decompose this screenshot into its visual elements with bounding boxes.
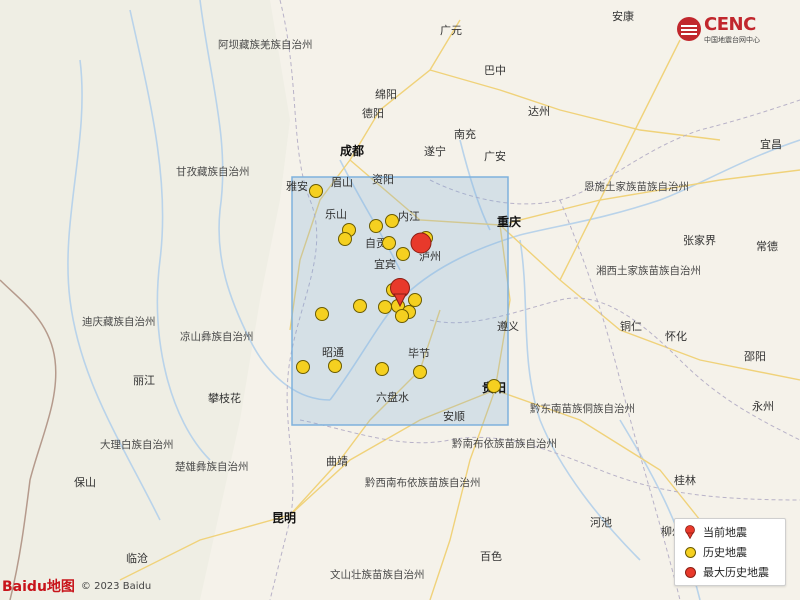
history-quake-marker [328, 359, 342, 373]
history-dot-icon [684, 546, 696, 558]
max-dot-icon [684, 566, 696, 578]
city-label: 铜仁 [620, 319, 642, 333]
baidu-map-logo[interactable]: Baidu地图 [2, 576, 75, 596]
city-label: 百色 [480, 549, 502, 563]
history-quake-marker [378, 300, 392, 314]
city-label: 德阳 [362, 106, 384, 120]
city-label: 张家界 [683, 233, 716, 247]
history-quake-marker [338, 232, 352, 246]
city-label: 怀化 [665, 329, 687, 343]
city-label: 安康 [612, 9, 634, 23]
legend-row-max: 最大历史地震 [683, 563, 783, 581]
city-label: 广元 [440, 24, 462, 37]
history-quake-marker [375, 362, 389, 376]
baidu-attribution: Baidu地图 © 2023 Baidu [2, 576, 151, 596]
history-quake-marker [369, 219, 383, 233]
city-label: 六盘水 [376, 390, 409, 404]
history-quake-marker [385, 214, 399, 228]
legend-label-current: 当前地震 [703, 526, 747, 539]
region-label: 黔南布依族苗族自治州 [452, 437, 557, 450]
city-label: 遂宁 [424, 144, 446, 158]
city-label: 丽江 [133, 374, 155, 387]
city-label: 攀枝花 [208, 391, 241, 405]
history-quake-marker [296, 360, 310, 374]
city-label: 乐山 [325, 208, 347, 221]
max-history-quake-marker [410, 232, 432, 254]
city-label: 南充 [454, 127, 476, 141]
region-label: 黔东南苗族侗族自治州 [530, 402, 635, 415]
city-label: 昭通 [322, 346, 344, 359]
city-label-kunming: 昆明 [272, 511, 296, 525]
history-quake-marker [413, 365, 427, 379]
legend-row-history: 历史地震 [683, 543, 783, 561]
cenc-logo-subtitle: 中国地震台网中心 [704, 36, 760, 44]
city-label: 内江 [398, 209, 420, 223]
history-quake-marker [315, 307, 329, 321]
history-quake-marker [395, 309, 409, 323]
region-label: 迪庆藏族自治州 [82, 315, 156, 328]
history-quake-marker [487, 379, 501, 393]
city-label: 永州 [752, 399, 774, 413]
cenc-logo-icon [677, 17, 701, 41]
region-label: 楚雄彝族自治州 [175, 460, 249, 473]
city-label-chengdu: 成都 [340, 143, 364, 158]
city-label: 雅安 [286, 179, 308, 193]
region-label: 凉山彝族自治州 [180, 330, 254, 343]
city-label: 绵阳 [375, 87, 397, 101]
city-label: 保山 [74, 475, 96, 489]
city-label: 广安 [484, 149, 506, 163]
city-label: 桂林 [674, 473, 696, 487]
region-label: 阿坝藏族羌族自治州 [218, 38, 313, 51]
city-label: 达州 [528, 105, 550, 118]
legend-label-history: 历史地震 [703, 546, 747, 559]
history-quake-marker [408, 293, 422, 307]
city-label: 资阳 [372, 173, 394, 186]
city-label: 曲靖 [326, 455, 348, 468]
region-label: 黔西南布依族苗族自治州 [365, 476, 481, 489]
city-label: 安顺 [443, 409, 465, 423]
city-label: 眉山 [331, 176, 353, 189]
region-label: 甘孜藏族自治州 [176, 165, 250, 178]
region-label: 大理白族自治州 [100, 438, 174, 451]
map-canvas[interactable]: 成都 重庆 贵阳 昆明 广元 巴中 德阳 绵阳 南充 达州 遂宁 广安 资阳 眉… [0, 0, 800, 600]
city-label: 宜昌 [760, 137, 782, 151]
city-label: 邵阳 [744, 350, 766, 363]
city-label: 遵义 [497, 319, 519, 333]
city-label: 毕节 [408, 347, 430, 360]
city-label: 巴中 [484, 64, 506, 77]
map-legend: 当前地震 历史地震 最大历史地震 [674, 518, 786, 586]
city-label: 河池 [590, 516, 612, 529]
city-label: 宜宾 [374, 257, 396, 271]
city-label: 常德 [756, 239, 778, 253]
history-quake-marker [309, 184, 323, 198]
history-quake-marker [353, 299, 367, 313]
city-label: 临沧 [126, 551, 148, 565]
history-quake-marker [382, 236, 396, 250]
history-quake-marker [396, 247, 410, 261]
baidu-copyright: © 2023 Baidu [80, 580, 152, 592]
cenc-logo-text: CENC [704, 14, 756, 35]
legend-label-max: 最大历史地震 [703, 566, 769, 579]
cenc-logo: CENC 中国地震台网中心 [676, 14, 786, 48]
region-label: 恩施土家族苗族自治州 [584, 180, 689, 193]
city-label-chongqing: 重庆 [497, 214, 521, 229]
current-quake-pin-icon [683, 525, 697, 539]
region-label: 文山壮族苗族自治州 [330, 568, 425, 581]
region-label: 湘西土家族苗族自治州 [596, 264, 701, 277]
legend-row-current: 当前地震 [683, 523, 783, 541]
